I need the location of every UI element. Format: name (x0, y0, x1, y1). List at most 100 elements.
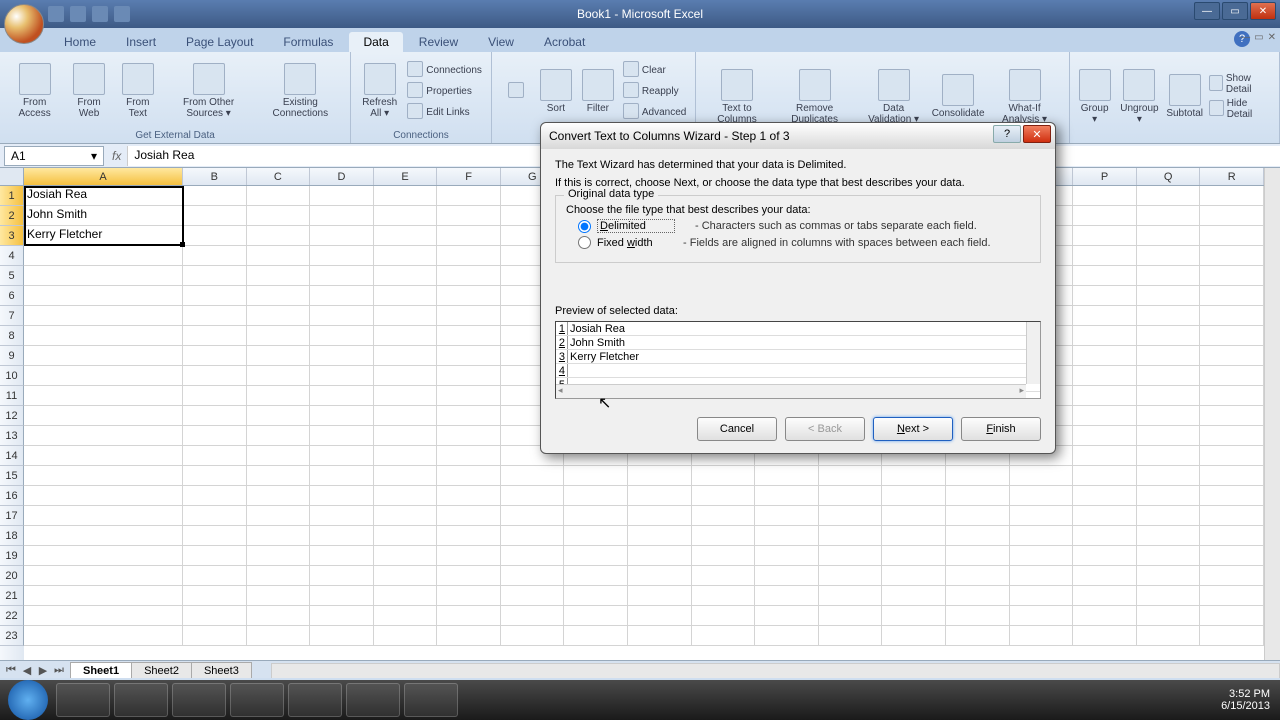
cell[interactable] (247, 586, 311, 606)
cell[interactable] (24, 286, 183, 306)
cell[interactable] (1073, 306, 1137, 326)
cell[interactable] (374, 446, 438, 466)
cell[interactable] (1137, 306, 1201, 326)
data-validation-button[interactable]: Data Validation ▾ (858, 67, 930, 127)
taskbar-word-icon[interactable] (346, 683, 400, 717)
cell[interactable] (437, 566, 501, 586)
cell[interactable] (437, 246, 501, 266)
maximize-button[interactable]: ▭ (1222, 2, 1248, 20)
connections-button[interactable]: Connections (404, 60, 485, 80)
cell[interactable] (1200, 326, 1264, 346)
cell[interactable] (1010, 566, 1074, 586)
cell[interactable] (247, 446, 311, 466)
dialog-titlebar[interactable]: Convert Text to Columns Wizard - Step 1 … (541, 123, 1055, 149)
cell[interactable] (628, 606, 692, 626)
cell[interactable] (1200, 626, 1264, 646)
cancel-button[interactable]: Cancel (697, 417, 777, 441)
from-access-button[interactable]: From Access (6, 61, 63, 121)
cell[interactable] (1137, 566, 1201, 586)
cell[interactable] (946, 566, 1010, 586)
tab-view[interactable]: View (474, 32, 528, 52)
cell[interactable] (183, 506, 247, 526)
column-header[interactable]: Q (1137, 168, 1201, 185)
cell[interactable] (310, 446, 374, 466)
cell[interactable] (819, 466, 883, 486)
cell[interactable] (501, 606, 565, 626)
cell[interactable] (1200, 386, 1264, 406)
cell[interactable] (247, 366, 311, 386)
cell[interactable] (755, 466, 819, 486)
existing-connections-button[interactable]: Existing Connections (257, 61, 345, 121)
cell[interactable] (1137, 186, 1201, 206)
row-header[interactable]: 6 (0, 286, 24, 306)
edit-links-button[interactable]: Edit Links (404, 102, 485, 122)
cell[interactable] (374, 266, 438, 286)
cell[interactable] (374, 306, 438, 326)
cell[interactable] (437, 226, 501, 246)
consolidate-button[interactable]: Consolidate (932, 72, 985, 121)
cell[interactable] (310, 546, 374, 566)
cell[interactable] (183, 406, 247, 426)
cell[interactable] (247, 286, 311, 306)
cell[interactable] (628, 566, 692, 586)
cell[interactable] (247, 226, 311, 246)
cell[interactable] (24, 326, 183, 346)
sort-button[interactable]: Sort (536, 67, 576, 116)
cell[interactable] (374, 406, 438, 426)
office-button[interactable] (4, 4, 44, 44)
cell[interactable] (1137, 506, 1201, 526)
row-header[interactable]: 2 (0, 206, 24, 226)
cell[interactable] (24, 626, 183, 646)
cell[interactable] (1137, 326, 1201, 346)
cell[interactable] (755, 546, 819, 566)
sheet-tab-2[interactable]: Sheet2 (131, 662, 192, 679)
cell[interactable] (310, 506, 374, 526)
cell[interactable] (819, 506, 883, 526)
cell[interactable] (183, 486, 247, 506)
taskbar-firefox-icon[interactable] (114, 683, 168, 717)
cell[interactable] (310, 486, 374, 506)
cell[interactable] (882, 526, 946, 546)
row-header[interactable]: 11 (0, 386, 24, 406)
cell[interactable] (1137, 406, 1201, 426)
delimited-radio[interactable] (578, 220, 591, 233)
cell[interactable] (946, 546, 1010, 566)
taskbar-excel-icon[interactable] (404, 683, 458, 717)
cell[interactable] (374, 246, 438, 266)
first-sheet-icon[interactable]: ⏮ (4, 664, 18, 677)
sheet-tab-1[interactable]: Sheet1 (70, 662, 132, 679)
cell[interactable] (882, 626, 946, 646)
cell[interactable] (882, 466, 946, 486)
cell[interactable] (247, 506, 311, 526)
cell[interactable] (1073, 286, 1137, 306)
cell[interactable] (755, 606, 819, 626)
cell[interactable] (247, 526, 311, 546)
cell[interactable] (310, 206, 374, 226)
row-header[interactable]: 12 (0, 406, 24, 426)
cell[interactable] (437, 286, 501, 306)
cell[interactable] (24, 246, 183, 266)
cell[interactable] (24, 526, 183, 546)
dialog-help-button[interactable]: ? (993, 125, 1021, 143)
cell[interactable] (310, 366, 374, 386)
minimize-button[interactable]: — (1194, 2, 1220, 20)
cell[interactable] (1073, 566, 1137, 586)
cell[interactable] (374, 426, 438, 446)
cell[interactable] (692, 626, 756, 646)
cell[interactable] (183, 606, 247, 626)
cell[interactable] (1073, 606, 1137, 626)
cell[interactable] (819, 546, 883, 566)
row-header[interactable]: 13 (0, 426, 24, 446)
cell[interactable] (1200, 526, 1264, 546)
cell[interactable] (755, 586, 819, 606)
cell[interactable] (183, 206, 247, 226)
system-tray[interactable]: 3:52 PM 6/15/2013 (1211, 688, 1280, 712)
row-header[interactable]: 3 (0, 226, 24, 246)
cell[interactable] (437, 626, 501, 646)
cell[interactable] (692, 606, 756, 626)
cell[interactable] (310, 306, 374, 326)
cell[interactable] (692, 526, 756, 546)
row-header[interactable]: 20 (0, 566, 24, 586)
cell[interactable] (1010, 546, 1074, 566)
tab-acrobat[interactable]: Acrobat (530, 32, 599, 52)
